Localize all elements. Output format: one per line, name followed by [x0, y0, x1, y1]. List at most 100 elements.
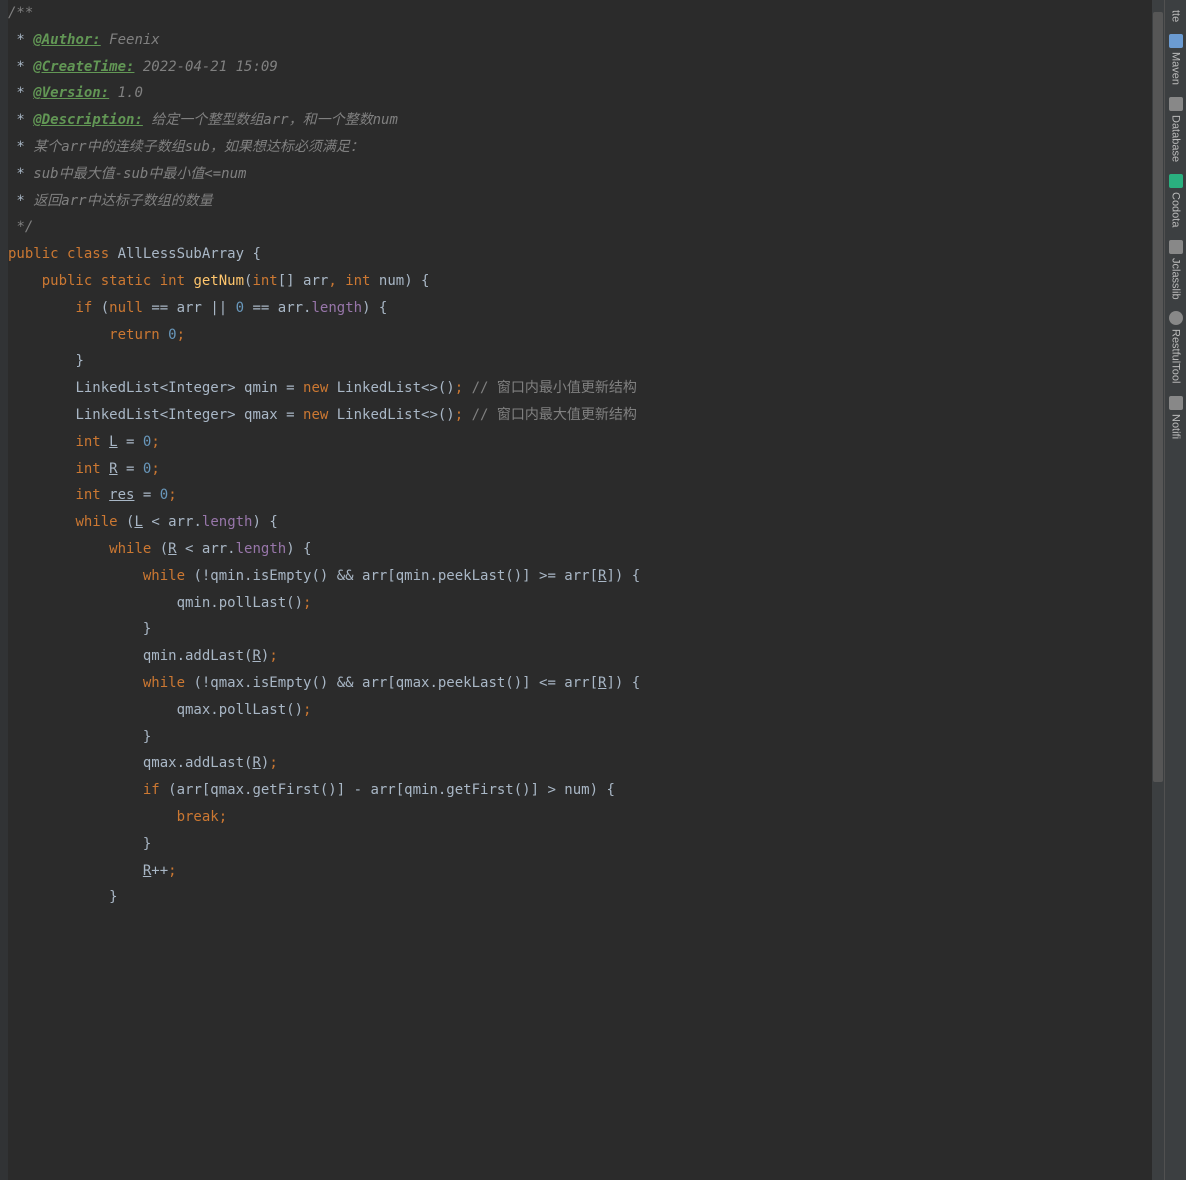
code-line[interactable]: /** — [8, 0, 1164, 27]
tool-window-restfultool[interactable]: RestfulTool — [1167, 305, 1185, 389]
code-line[interactable]: * 返回arr中达标子数组的数量 — [8, 188, 1164, 215]
notifi-icon — [1169, 396, 1183, 410]
code-token: Feenix — [101, 32, 160, 48]
code-token: (!qmax.isEmpty() && arr[qmax.peekLast()]… — [193, 675, 598, 691]
code-token: ++ — [151, 863, 168, 879]
code-line[interactable]: int res = 0; — [8, 482, 1164, 509]
code-token: L — [134, 514, 142, 530]
editor-gutter — [0, 0, 8, 1180]
jclasslib-icon — [1169, 240, 1183, 254]
vertical-scrollbar[interactable] — [1152, 0, 1164, 1180]
code-line[interactable]: } — [8, 348, 1164, 375]
code-token: num) { — [379, 273, 430, 289]
code-line[interactable]: } — [8, 724, 1164, 751]
code-line[interactable]: * @Version: 1.0 — [8, 80, 1164, 107]
code-line[interactable]: */ — [8, 214, 1164, 241]
database-icon — [1169, 97, 1183, 111]
code-token: ; — [455, 380, 472, 396]
code-token: while — [109, 541, 160, 557]
tool-window-database[interactable]: Database — [1167, 91, 1185, 168]
code-token: @Author: — [33, 32, 100, 48]
code-line[interactable]: while (L < arr.length) { — [8, 509, 1164, 536]
code-token: int — [75, 487, 109, 503]
code-token: } — [75, 353, 83, 369]
codota-icon — [1169, 174, 1183, 188]
code-line[interactable]: } — [8, 831, 1164, 858]
code-token: } — [109, 889, 117, 905]
code-token: */ — [16, 219, 33, 235]
code-token: R — [109, 461, 117, 477]
code-token: AllLessSubArray { — [118, 246, 261, 262]
code-token: < arr. — [177, 541, 236, 557]
code-editor[interactable]: /** * @Author: Feenix * @CreateTime: 202… — [0, 0, 1164, 1180]
code-token: int — [252, 273, 277, 289]
code-line[interactable]: if (arr[qmax.getFirst()] - arr[qmin.getF… — [8, 777, 1164, 804]
code-content[interactable]: /** * @Author: Feenix * @CreateTime: 202… — [0, 0, 1164, 911]
code-line[interactable]: qmax.addLast(R); — [8, 750, 1164, 777]
code-line[interactable]: * @Description: 给定一个整型数组arr，和一个整数num — [8, 107, 1164, 134]
restfultool-icon — [1169, 311, 1183, 325]
code-token: } — [143, 621, 151, 637]
code-token: ( — [160, 541, 168, 557]
code-line[interactable]: * 某个arr中的连续子数组sub，如果想达标必须满足： — [8, 134, 1164, 161]
code-token: ) { — [286, 541, 311, 557]
code-token: ; — [269, 755, 277, 771]
code-token: } — [143, 836, 151, 852]
code-line[interactable]: LinkedList<Integer> qmax = new LinkedLis… — [8, 402, 1164, 429]
code-line[interactable]: * @CreateTime: 2022-04-21 15:09 — [8, 54, 1164, 81]
code-token: ; — [168, 863, 176, 879]
code-token: null — [109, 300, 151, 316]
code-token: ) { — [362, 300, 387, 316]
code-token: return — [109, 327, 168, 343]
code-line[interactable]: int L = 0; — [8, 429, 1164, 456]
code-token: (!qmin.isEmpty() && arr[qmin.peekLast()]… — [193, 568, 598, 584]
tool-window-notifi[interactable]: Notifi — [1167, 390, 1185, 445]
code-line[interactable]: public class AllLessSubArray { — [8, 241, 1164, 268]
code-token: qmax.addLast( — [143, 755, 253, 771]
code-token: ]) { — [606, 675, 640, 691]
code-token: qmin.pollLast() — [177, 595, 303, 611]
code-token: < arr. — [143, 514, 202, 530]
code-token: while — [143, 568, 194, 584]
code-token: LinkedList<>() — [337, 407, 455, 423]
code-token: 0 — [168, 327, 176, 343]
code-token: while — [143, 675, 194, 691]
tool-window-label: Maven — [1170, 52, 1182, 85]
tool-window-tte[interactable]: tte — [1168, 4, 1184, 28]
code-token: break; — [177, 809, 228, 825]
code-token: qmax.pollLast() — [177, 702, 303, 718]
code-line[interactable]: } — [8, 616, 1164, 643]
code-line[interactable]: } — [8, 884, 1164, 911]
code-line[interactable]: int R = 0; — [8, 456, 1164, 483]
code-token: // 窗口内最大值更新结构 — [472, 407, 637, 423]
code-line[interactable]: if (null == arr || 0 == arr.length) { — [8, 295, 1164, 322]
tool-window-label: RestfulTool — [1170, 329, 1182, 383]
tool-window-maven[interactable]: Maven — [1167, 28, 1185, 91]
code-line[interactable]: while (R < arr.length) { — [8, 536, 1164, 563]
code-token: 某个arr中的连续子数组sub，如果想达标必须满足： — [33, 139, 364, 155]
code-line[interactable]: qmin.pollLast(); — [8, 590, 1164, 617]
code-line[interactable]: R++; — [8, 858, 1164, 885]
code-token: ; — [303, 702, 311, 718]
code-line[interactable]: qmin.addLast(R); — [8, 643, 1164, 670]
code-line[interactable]: * sub中最大值-sub中最小值<=num — [8, 161, 1164, 188]
code-line[interactable]: return 0; — [8, 322, 1164, 349]
code-token: sub中最大值-sub中最小值<=num — [33, 166, 246, 182]
code-token: ; — [303, 595, 311, 611]
code-token: = — [118, 461, 143, 477]
code-line[interactable]: LinkedList<Integer> qmin = new LinkedLis… — [8, 375, 1164, 402]
code-token: int — [345, 273, 379, 289]
code-token: == arr. — [252, 300, 311, 316]
code-line[interactable]: while (!qmin.isEmpty() && arr[qmin.peekL… — [8, 563, 1164, 590]
tool-window-codota[interactable]: Codota — [1167, 168, 1185, 233]
code-line[interactable]: public static int getNum(int[] arr, int … — [8, 268, 1164, 295]
code-token: 1.0 — [109, 85, 143, 101]
code-line[interactable]: while (!qmax.isEmpty() && arr[qmax.peekL… — [8, 670, 1164, 697]
scrollbar-thumb[interactable] — [1153, 12, 1163, 782]
code-line[interactable]: break; — [8, 804, 1164, 831]
code-line[interactable]: * @Author: Feenix — [8, 27, 1164, 54]
tool-window-jclasslib[interactable]: Jclasslib — [1167, 234, 1185, 306]
code-line[interactable]: qmax.pollLast(); — [8, 697, 1164, 724]
code-token: 2022-04-21 15:09 — [134, 59, 277, 75]
code-token: @Description: — [33, 112, 143, 128]
